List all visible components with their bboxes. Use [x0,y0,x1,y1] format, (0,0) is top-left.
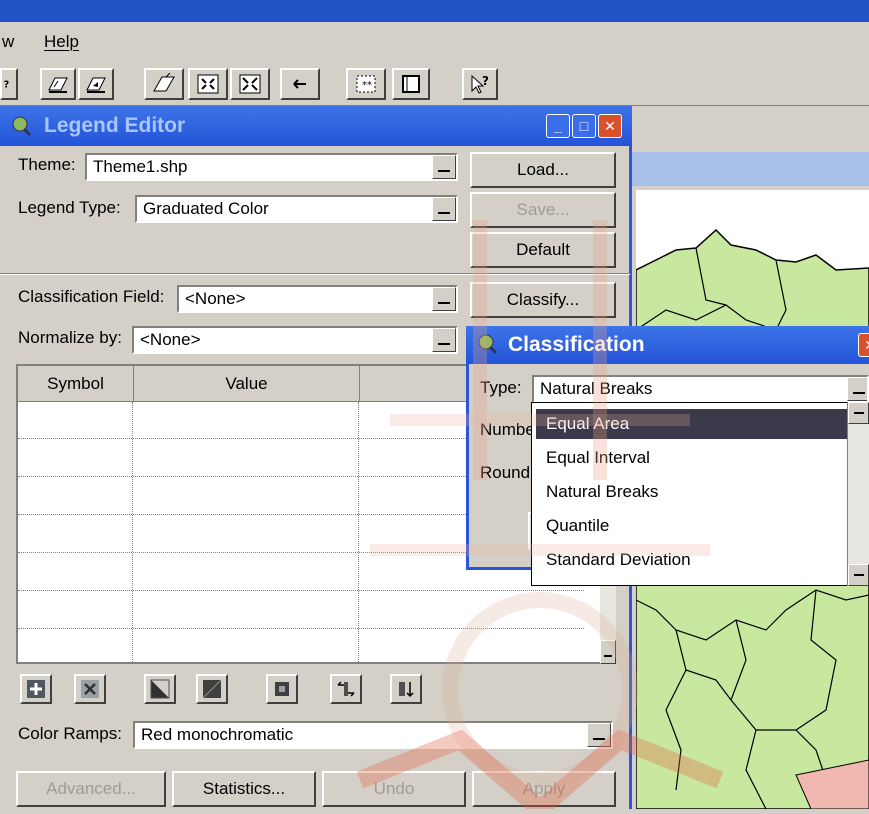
window-title: Legend Editor [44,114,186,137]
load-button[interactable]: Load... [470,152,616,188]
theme-select[interactable]: Theme1.shp [85,153,458,181]
column-header-value[interactable]: Value [134,366,360,402]
scroll-down-icon[interactable] [600,640,616,664]
chevron-down-icon[interactable] [432,287,456,311]
chevron-down-icon[interactable] [587,723,611,747]
normalize-select[interactable]: <None> [132,326,458,354]
svg-text:?: ? [4,80,9,91]
legend-type-value: Graduated Color [143,199,269,218]
chevron-down-icon[interactable] [432,155,456,179]
open-theme-icon[interactable] [40,68,76,100]
classification-field-value: <None> [185,289,246,308]
color-ramps-select[interactable]: Red monochromatic [133,721,613,749]
statistics-button[interactable]: Statistics... [172,771,316,807]
grid-line [18,628,584,629]
divider [0,273,630,275]
view-titlebar [620,152,869,186]
option-natural-breaks[interactable]: Natural Breaks [546,477,658,507]
layout-icon[interactable] [392,68,430,100]
type-dropdown-list[interactable]: Equal Area Equal Interval Natural Breaks… [531,402,869,586]
classification-field-label: Classification Field: [18,287,165,306]
theme-value: Theme1.shp [93,157,188,176]
type-label: Type: [480,378,522,397]
help-cursor-icon[interactable]: ? [462,68,498,100]
zoom-to-themes-icon[interactable] [188,68,228,100]
option-quantile[interactable]: Quantile [546,511,609,541]
dropdown-scrollbar[interactable] [847,402,869,586]
zoom-to-selected-icon[interactable] [230,68,270,100]
legend-type-select[interactable]: Graduated Color [135,195,458,223]
zoom-extent-icon[interactable] [144,68,184,100]
option-equal-interval[interactable]: Equal Interval [546,443,650,473]
close-icon[interactable]: ✕ [858,333,869,357]
grid-line [18,590,584,591]
dialog-title: Classification [508,333,645,356]
grid-line [358,402,359,664]
normalize-label: Normalize by: [18,328,122,347]
menu-help[interactable]: Help [44,32,79,52]
apply-button[interactable]: Apply [472,771,616,807]
add-class-icon[interactable] [20,674,52,704]
app-titlebar [0,0,869,22]
svg-text:**: ** [362,80,372,91]
color-ramps-value: Red monochromatic [141,725,294,744]
swap-icon[interactable] [330,674,362,704]
menu-window[interactable]: w [2,32,14,52]
open-theme-2-icon[interactable] [78,68,114,100]
app-icon [476,333,498,361]
sort-icon[interactable] [390,674,422,704]
ramp-colors-icon[interactable] [144,674,176,704]
scroll-up-icon[interactable] [848,402,869,424]
delete-class-icon[interactable] [74,674,106,704]
select-features-icon[interactable]: ** [346,68,386,100]
option-standard-deviation[interactable]: Standard Deviation [546,545,691,575]
query-icon[interactable]: ? [0,68,18,100]
legend-editor-titlebar[interactable]: Legend Editor _ □ ✕ [0,106,632,146]
chevron-down-icon[interactable] [432,197,456,221]
toolbar: ? ** ? [0,62,869,106]
default-button[interactable]: Default [470,232,616,268]
number-label: Numbe [480,420,535,439]
maximize-icon[interactable]: □ [572,114,596,138]
menubar: w Help [0,22,869,62]
type-select[interactable]: Natural Breaks [532,375,869,403]
scroll-down-icon[interactable] [848,564,869,586]
undo-button[interactable]: Undo [322,771,466,807]
minimize-icon[interactable]: _ [546,114,570,138]
theme-label: Theme: [18,155,76,174]
app-icon [10,115,32,143]
advanced-button[interactable]: Advanced... [16,771,166,807]
column-header-symbol[interactable]: Symbol [18,366,134,402]
classification-titlebar[interactable]: Classification ✕ [466,326,869,364]
legend-type-label: Legend Type: [18,198,121,217]
color-ramps-label: Color Ramps: [18,724,122,743]
save-button[interactable]: Save... [470,192,616,228]
normalize-value: <None> [140,330,201,349]
chevron-down-icon[interactable] [847,377,867,401]
round-label: Round [480,463,531,482]
type-value: Natural Breaks [540,379,653,398]
classification-field-select[interactable]: <None> [177,285,458,313]
ramp-sizes-icon[interactable] [196,674,228,704]
chevron-down-icon[interactable] [432,328,456,352]
zoom-previous-icon[interactable] [280,68,320,100]
flip-symbols-icon[interactable] [266,674,298,704]
close-icon[interactable]: ✕ [598,114,622,138]
option-equal-area[interactable]: Equal Area [536,409,856,439]
svg-text:?: ? [482,74,489,88]
classify-button[interactable]: Classify... [470,282,616,318]
grid-line [132,402,133,664]
